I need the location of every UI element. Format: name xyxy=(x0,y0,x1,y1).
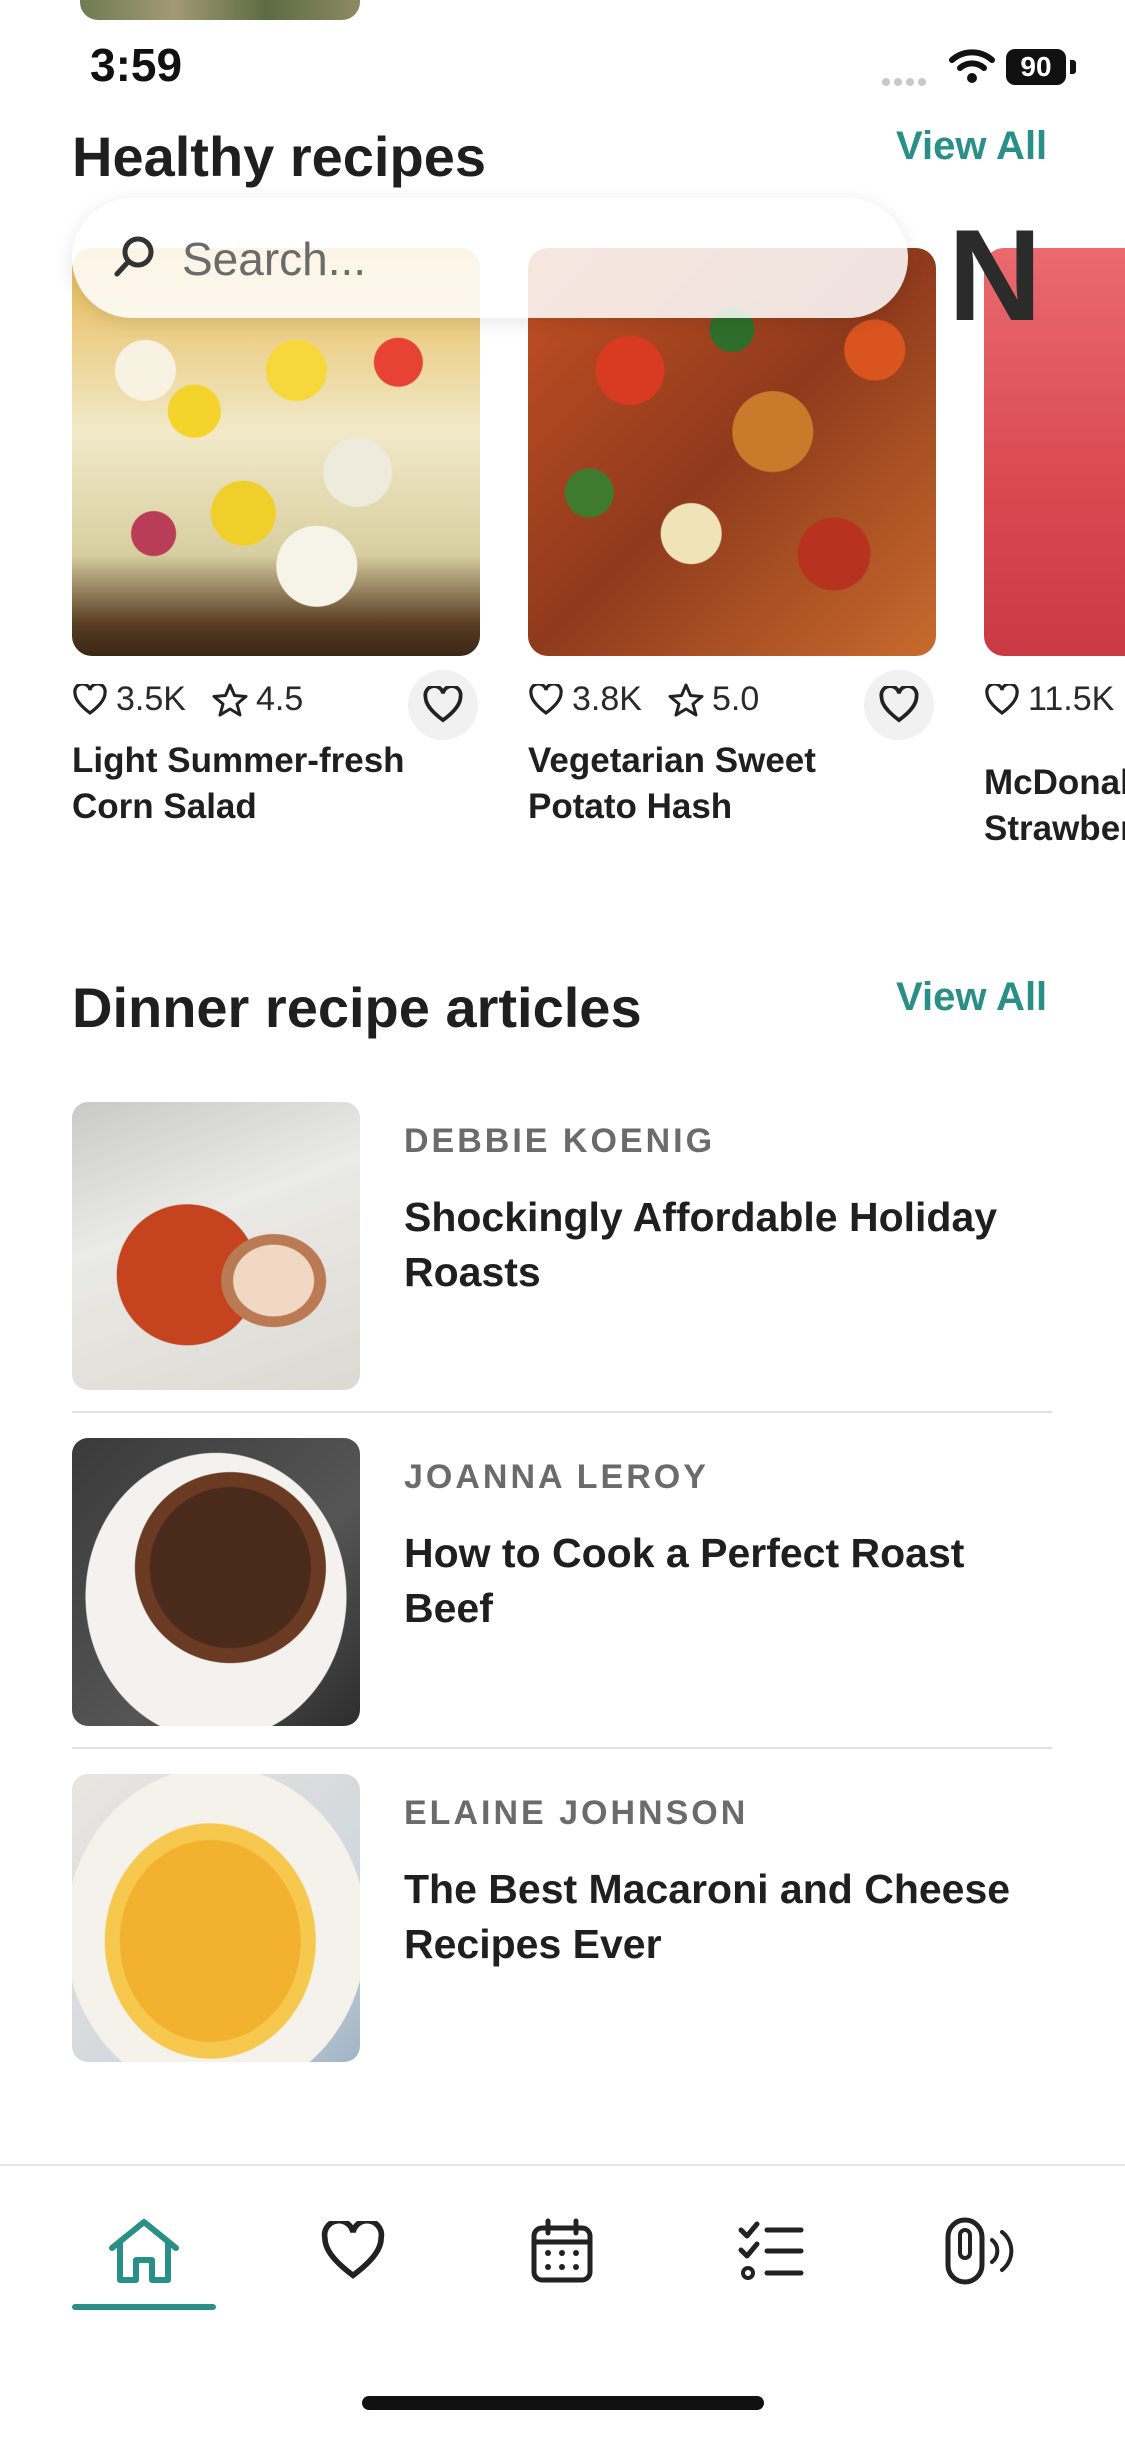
article-image[interactable] xyxy=(72,1774,360,2062)
home-icon xyxy=(109,2219,179,2283)
heart-outline-icon xyxy=(529,683,563,715)
favorite-button[interactable] xyxy=(864,670,934,740)
likes-count: 11.5K xyxy=(984,680,1114,719)
signal-icon xyxy=(882,73,934,86)
article-author: ELAINE JOHNSON xyxy=(404,1794,749,1832)
favorite-button[interactable] xyxy=(408,670,478,740)
star-icon xyxy=(212,683,248,716)
article-title[interactable]: Shockingly Affordable Holiday Roasts xyxy=(404,1190,1044,1300)
search-icon xyxy=(112,234,158,285)
likes-count: 3.5K xyxy=(72,680,186,719)
article-author: JOANNA LEROY xyxy=(404,1458,709,1496)
recipe-title[interactable]: McDonal Strawber xyxy=(984,760,1125,852)
divider xyxy=(72,1411,1052,1413)
recipe-title[interactable]: Light Summer-fresh Corn Salad xyxy=(72,738,472,830)
dinner-view-all-link[interactable]: View All xyxy=(896,975,1047,1020)
healthy-recipes-title: Healthy recipes xyxy=(72,125,486,188)
nav-shopping-list[interactable] xyxy=(699,2196,843,2306)
device-icon xyxy=(945,2217,1014,2285)
article-title[interactable]: The Best Macaroni and Cheese Recipes Eve… xyxy=(404,1862,1044,1972)
article-image[interactable] xyxy=(72,1438,360,1726)
search-input[interactable] xyxy=(180,228,864,290)
rating: 4.5 xyxy=(212,680,303,719)
previous-recipe-image[interactable] xyxy=(80,0,360,20)
wifi-icon xyxy=(948,48,996,89)
heart-icon xyxy=(321,2221,385,2279)
heart-icon xyxy=(879,686,919,723)
nav-favorites[interactable] xyxy=(281,2196,425,2306)
calendar-icon xyxy=(531,2218,593,2283)
checklist-icon xyxy=(738,2221,804,2280)
healthy-view-all-link[interactable]: View All xyxy=(896,124,1047,169)
heart-outline-icon xyxy=(73,683,107,715)
n-logo: N xyxy=(948,202,1042,348)
article-image[interactable] xyxy=(72,1102,360,1390)
heart-icon xyxy=(423,686,463,723)
home-indicator xyxy=(362,2396,764,2410)
divider xyxy=(72,1747,1052,1749)
nav-device[interactable] xyxy=(908,2196,1052,2306)
nav-home[interactable] xyxy=(72,2196,216,2306)
rating: 5.0 xyxy=(668,680,759,719)
article-title[interactable]: How to Cook a Perfect Roast Beef xyxy=(404,1526,1044,1636)
heart-outline-icon xyxy=(985,683,1019,715)
recipe-title[interactable]: Vegetarian Sweet Potato Hash xyxy=(528,738,928,830)
battery-indicator: 90 xyxy=(1006,49,1066,85)
search-bar[interactable] xyxy=(72,198,908,318)
nav-meal-plan[interactable] xyxy=(490,2196,634,2306)
battery-tip xyxy=(1070,60,1076,74)
status-time: 3:59 xyxy=(90,39,183,91)
dinner-articles-title: Dinner recipe articles xyxy=(72,976,642,1039)
star-icon xyxy=(668,683,704,716)
nav-active-indicator xyxy=(72,2304,216,2310)
article-author: DEBBIE KOENIG xyxy=(404,1122,716,1160)
likes-count: 3.8K xyxy=(528,680,642,719)
